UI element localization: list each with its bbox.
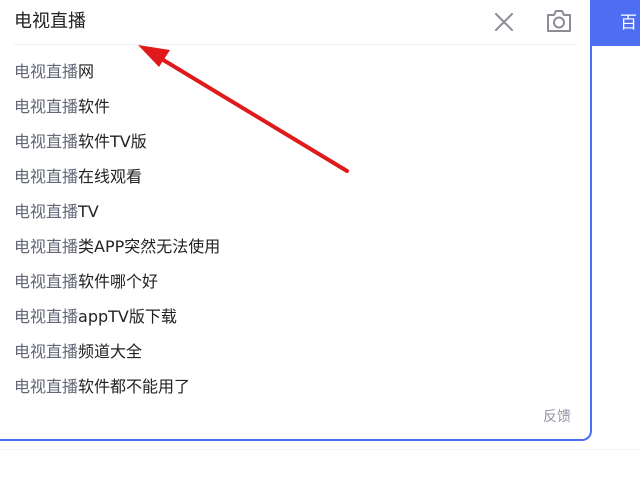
camera-icon[interactable] bbox=[545, 8, 573, 34]
suggestion-item[interactable]: 电视直播TV bbox=[14, 198, 220, 233]
suggestion-highlight: 电视直播 bbox=[14, 97, 79, 116]
suggestion-item[interactable]: 电视直播在线观看 bbox=[14, 163, 220, 198]
suggestion-rest: TV bbox=[78, 202, 99, 221]
search-suggestion-panel: 电视直播 电视直播网 电视直播软件 电视直播软件TV版 电视直播在线观看 电视直… bbox=[0, 0, 592, 441]
suggestion-highlight: 电视直播 bbox=[14, 62, 79, 81]
suggestion-item[interactable]: 电视直播软件TV版 bbox=[14, 128, 220, 163]
suggestion-item[interactable]: 电视直播软件都不能用了 bbox=[14, 373, 220, 408]
feedback-link[interactable]: 反馈 bbox=[543, 406, 571, 426]
suggestion-item[interactable]: 电视直播软件 bbox=[14, 93, 220, 128]
suggestion-list: 电视直播网 电视直播软件 电视直播软件TV版 电视直播在线观看 电视直播TV 电… bbox=[14, 58, 220, 408]
suggestion-rest: 软件TV版 bbox=[78, 132, 147, 151]
close-icon[interactable] bbox=[492, 10, 516, 34]
suggestion-rest: 频道大全 bbox=[78, 342, 143, 361]
suggestion-highlight: 电视直播 bbox=[14, 132, 79, 151]
suggestion-item[interactable]: 电视直播频道大全 bbox=[14, 338, 220, 373]
suggestion-rest: appTV版下载 bbox=[78, 307, 177, 326]
page: 电视直播 电视直播网 电视直播软件 电视直播软件TV版 电视直播在线观看 电视直… bbox=[0, 0, 640, 480]
suggestion-highlight: 电视直播 bbox=[14, 272, 79, 291]
divider bbox=[14, 44, 575, 45]
suggestion-highlight: 电视直播 bbox=[14, 307, 79, 326]
suggestion-rest: 软件 bbox=[78, 97, 111, 116]
suggestion-item[interactable]: 电视直播网 bbox=[14, 58, 220, 93]
suggestion-rest: 软件哪个好 bbox=[78, 272, 159, 291]
suggestion-highlight: 电视直播 bbox=[14, 202, 79, 221]
suggestion-rest: 在线观看 bbox=[78, 167, 143, 186]
suggestion-item[interactable]: 电视直播类APP突然无法使用 bbox=[14, 233, 220, 268]
search-button[interactable]: 百 bbox=[592, 0, 640, 46]
suggestion-item[interactable]: 电视直播软件哪个好 bbox=[14, 268, 220, 303]
search-input[interactable]: 电视直播 bbox=[14, 9, 86, 35]
suggestion-highlight: 电视直播 bbox=[14, 237, 79, 256]
suggestion-highlight: 电视直播 bbox=[14, 377, 79, 396]
suggestion-rest: 类APP突然无法使用 bbox=[78, 237, 221, 256]
suggestion-rest: 软件都不能用了 bbox=[78, 377, 191, 396]
suggestion-rest: 网 bbox=[78, 62, 95, 81]
suggestion-highlight: 电视直播 bbox=[14, 342, 79, 361]
suggestion-item[interactable]: 电视直播appTV版下载 bbox=[14, 303, 220, 338]
suggestion-highlight: 电视直播 bbox=[14, 167, 79, 186]
page-divider bbox=[0, 449, 640, 450]
